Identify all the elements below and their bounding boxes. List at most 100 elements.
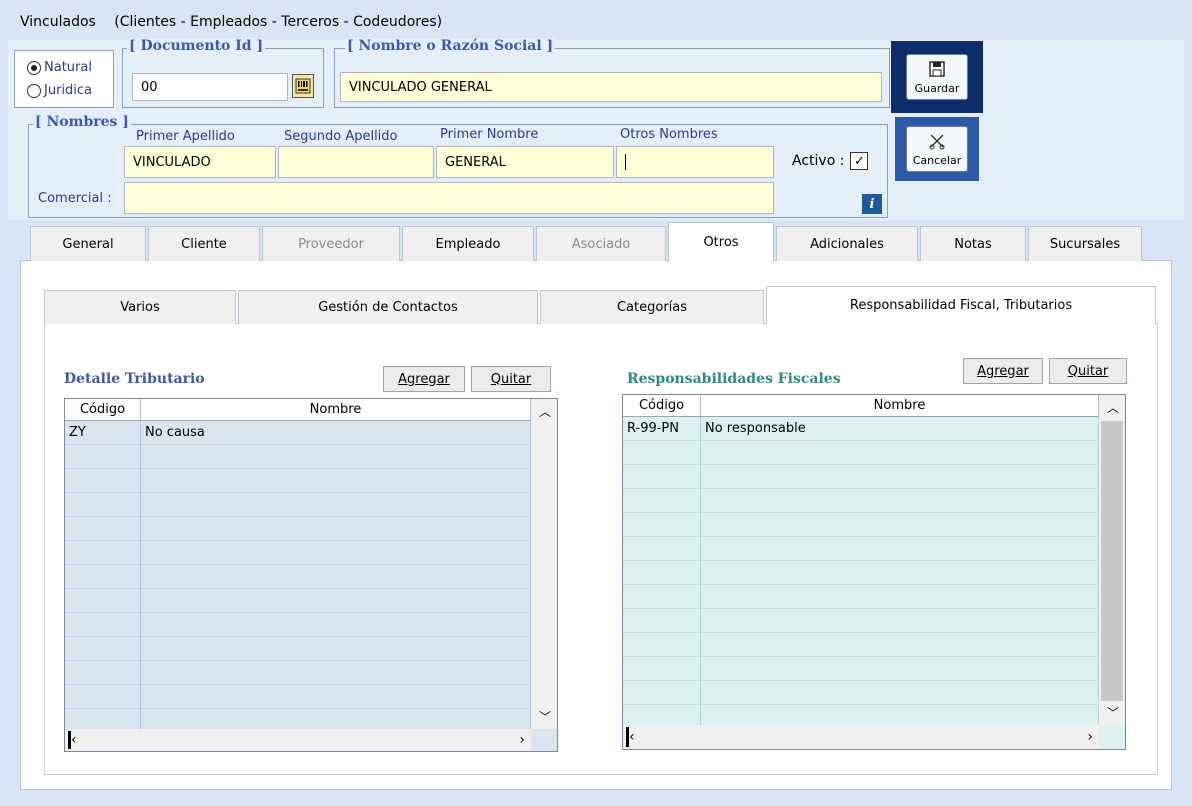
empty-row[interactable]: [623, 561, 1099, 585]
detalle-remove-button[interactable]: Quitar: [471, 366, 551, 392]
empty-row[interactable]: [65, 493, 531, 517]
primer-apellido-label: Primer Apellido: [136, 129, 235, 144]
radio-natural[interactable]: Natural: [27, 60, 92, 75]
empty-row[interactable]: [623, 609, 1099, 633]
responsabilidades-horizontal-scrollbar[interactable]: ‹ ›: [623, 725, 1099, 749]
responsabilidades-remove-button[interactable]: Quitar: [1049, 358, 1127, 384]
chevron-right-icon[interactable]: ›: [1087, 729, 1093, 745]
activo-toggle[interactable]: Activo : ✓: [792, 152, 869, 170]
empty-row[interactable]: [623, 441, 1099, 465]
empty-row[interactable]: [65, 613, 531, 637]
radio-natural-indicator[interactable]: [27, 60, 41, 75]
documento-input[interactable]: 00: [132, 73, 288, 101]
comercial-input[interactable]: [124, 182, 774, 214]
column-codigo[interactable]: Código: [65, 399, 141, 420]
detalle-tributario-title: Detalle Tributario: [64, 371, 205, 387]
empty-row[interactable]: [65, 565, 531, 589]
subtab-varios[interactable]: Varios: [44, 290, 236, 324]
tab-adicionales[interactable]: Adicionales: [776, 226, 918, 261]
table-row[interactable]: ZY No causa: [65, 421, 531, 445]
empty-row[interactable]: [623, 681, 1099, 705]
save-button-label: Guardar: [914, 81, 960, 95]
empty-row[interactable]: [65, 637, 531, 661]
empty-row[interactable]: [623, 489, 1099, 513]
cancel-button-label: Cancelar: [912, 153, 962, 167]
column-nombre[interactable]: Nombre: [701, 395, 1099, 416]
empty-row[interactable]: [623, 537, 1099, 561]
tab-proveedor[interactable]: Proveedor: [262, 226, 400, 261]
row-marker: [68, 731, 71, 749]
nombres-legend: [ Nombres ]: [33, 114, 131, 130]
responsabilidades-vertical-scrollbar[interactable]: ︿ ﹀: [1099, 395, 1125, 725]
subtab-gestion-contactos[interactable]: Gestión de Contactos: [238, 290, 538, 324]
chevron-up-icon[interactable]: ︿: [539, 403, 551, 420]
otros-nombres-input[interactable]: [616, 146, 774, 178]
detalle-vertical-scrollbar[interactable]: ︿ ﹀: [531, 399, 557, 729]
tab-otros[interactable]: Otros: [668, 222, 774, 262]
empty-row[interactable]: [65, 445, 531, 469]
main-tab-bar: General Cliente Proveedor Empleado Asoci…: [30, 222, 1144, 262]
person-type-group: Natural Juridica: [14, 50, 114, 108]
tab-empleado[interactable]: Empleado: [402, 226, 534, 261]
primer-nombre-input[interactable]: GENERAL: [436, 146, 614, 178]
razon-social-value: VINCULADO GENERAL: [349, 79, 492, 95]
responsabilidades-grid[interactable]: Código Nombre R-99-PN No responsable ︿ ﹀…: [622, 394, 1126, 750]
chevron-left-icon[interactable]: ‹: [629, 729, 635, 745]
table-row[interactable]: R-99-PN No responsable: [623, 417, 1099, 441]
empty-row[interactable]: [623, 585, 1099, 609]
subtab-categorias[interactable]: Categorías: [540, 290, 764, 324]
row-marker: [626, 727, 629, 747]
segundo-apellido-input[interactable]: [278, 146, 434, 178]
primer-nombre-label: Primer Nombre: [440, 127, 539, 142]
detalle-add-button[interactable]: Agregar: [383, 366, 465, 392]
detalle-tributario-grid[interactable]: Código Nombre ZY No causa ︿ ﹀ ‹ ›: [64, 398, 558, 752]
window-title: Vinculados (Clientes - Empleados - Terce…: [20, 14, 442, 30]
chevron-right-icon[interactable]: ›: [519, 732, 525, 748]
empty-row[interactable]: [65, 469, 531, 493]
primer-apellido-input[interactable]: VINCULADO: [124, 146, 276, 178]
empty-row[interactable]: [623, 513, 1099, 537]
radio-juridica-indicator[interactable]: [27, 83, 41, 98]
empty-row[interactable]: [65, 541, 531, 565]
scroll-thumb[interactable]: [1101, 421, 1123, 701]
responsabilidades-add-button[interactable]: Agregar: [963, 358, 1043, 384]
text-cursor: [625, 154, 626, 170]
barcode-icon: [295, 78, 311, 94]
empty-row[interactable]: [65, 685, 531, 709]
barcode-button[interactable]: [292, 74, 314, 98]
tab-asociado[interactable]: Asociado: [536, 226, 666, 261]
tab-sucursales[interactable]: Sucursales: [1028, 226, 1142, 261]
info-icon[interactable]: i: [862, 194, 882, 214]
chevron-down-icon[interactable]: ﹀: [1107, 704, 1119, 721]
scroll-corner: [1099, 725, 1125, 749]
tab-notas[interactable]: Notas: [920, 226, 1026, 261]
chevron-left-icon[interactable]: ‹: [71, 732, 77, 748]
empty-row[interactable]: [623, 633, 1099, 657]
tab-general[interactable]: General: [30, 226, 146, 261]
subtab-responsabilidad-fiscal[interactable]: Responsabilidad Fiscal, Tributarios: [766, 286, 1156, 324]
activo-label: Activo :: [792, 153, 845, 169]
razon-social-input[interactable]: VINCULADO GENERAL: [340, 72, 882, 102]
detalle-horizontal-scrollbar[interactable]: ‹ ›: [65, 729, 531, 751]
responsabilidades-grid-rows: R-99-PN No responsable: [623, 417, 1099, 729]
chevron-down-icon[interactable]: ﹀: [539, 708, 551, 725]
cancel-button[interactable]: Cancelar: [906, 126, 968, 172]
window-subtitle: (Clientes - Empleados - Terceros - Codeu…: [114, 14, 443, 30]
activo-checkbox[interactable]: ✓: [850, 152, 869, 170]
empty-row[interactable]: [623, 465, 1099, 489]
empty-row[interactable]: [65, 661, 531, 685]
column-nombre[interactable]: Nombre: [141, 399, 531, 420]
segundo-apellido-label: Segundo Apellido: [284, 129, 398, 144]
column-codigo[interactable]: Código: [623, 395, 701, 416]
cell-codigo: R-99-PN: [623, 417, 701, 440]
save-button[interactable]: Guardar: [906, 54, 968, 100]
empty-row[interactable]: [65, 517, 531, 541]
responsabilidades-add-label: Agregar: [977, 363, 1029, 379]
tab-cliente[interactable]: Cliente: [148, 226, 260, 261]
detalle-remove-label: Quitar: [490, 371, 532, 387]
chevron-up-icon[interactable]: ︿: [1107, 399, 1119, 416]
window-title-text: Vinculados: [20, 14, 96, 30]
empty-row[interactable]: [65, 589, 531, 613]
empty-row[interactable]: [623, 657, 1099, 681]
radio-juridica[interactable]: Juridica: [27, 83, 92, 98]
